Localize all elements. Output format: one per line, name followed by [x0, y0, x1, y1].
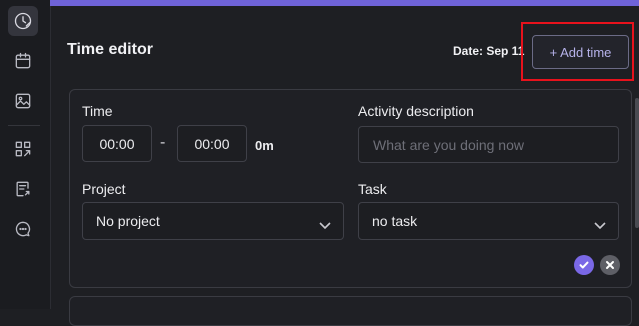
task-select[interactable]: no task	[358, 202, 619, 240]
start-time-input[interactable]: 00:00	[82, 125, 152, 162]
cancel-button[interactable]	[600, 255, 620, 275]
sidebar-item-apps[interactable]	[8, 134, 38, 164]
duration-label: 0m	[255, 138, 274, 153]
end-time-value: 00:00	[194, 135, 230, 152]
chat-icon	[15, 221, 31, 237]
end-time-input[interactable]: 00:00	[177, 125, 247, 162]
activity-placeholder: What are you doing now	[373, 136, 524, 153]
sidebar-item-chat[interactable]	[8, 214, 38, 244]
start-time-value: 00:00	[99, 135, 135, 152]
calendar-icon	[15, 52, 31, 69]
add-time-button[interactable]: + Add time	[532, 35, 629, 69]
date-label: Date: Sep 11	[453, 44, 525, 58]
sidebar-item-reports[interactable]	[8, 174, 38, 204]
scrollbar[interactable]	[635, 98, 639, 228]
project-value: No project	[96, 213, 160, 229]
time-range-dash: -	[160, 134, 166, 151]
close-icon	[606, 261, 614, 269]
task-label: Task	[358, 181, 387, 197]
sidebar-item-calendar[interactable]	[8, 46, 38, 76]
time-entry-card	[69, 89, 632, 288]
chevron-down-icon	[319, 217, 331, 230]
task-value: no task	[372, 213, 418, 229]
activity-description-label: Activity description	[358, 103, 474, 119]
report-icon	[16, 181, 30, 197]
activity-description-input[interactable]: What are you doing now	[358, 126, 619, 163]
sidebar-item-screenshots[interactable]	[8, 86, 38, 116]
project-select[interactable]: No project	[82, 202, 344, 240]
top-accent-bar	[50, 0, 639, 6]
time-label: Time	[82, 103, 113, 119]
sidebar-divider	[8, 125, 40, 126]
apps-icon	[15, 141, 31, 157]
sidebar-item-time-editor[interactable]	[8, 6, 38, 36]
project-label: Project	[82, 181, 126, 197]
chevron-down-icon	[594, 217, 606, 230]
sidebar	[0, 0, 51, 309]
page-title: Time editor	[67, 41, 153, 58]
image-icon	[15, 93, 31, 109]
clock-edit-icon	[14, 12, 32, 30]
next-entry-card	[69, 296, 632, 326]
confirm-button[interactable]	[574, 255, 594, 275]
check-icon	[579, 261, 589, 269]
